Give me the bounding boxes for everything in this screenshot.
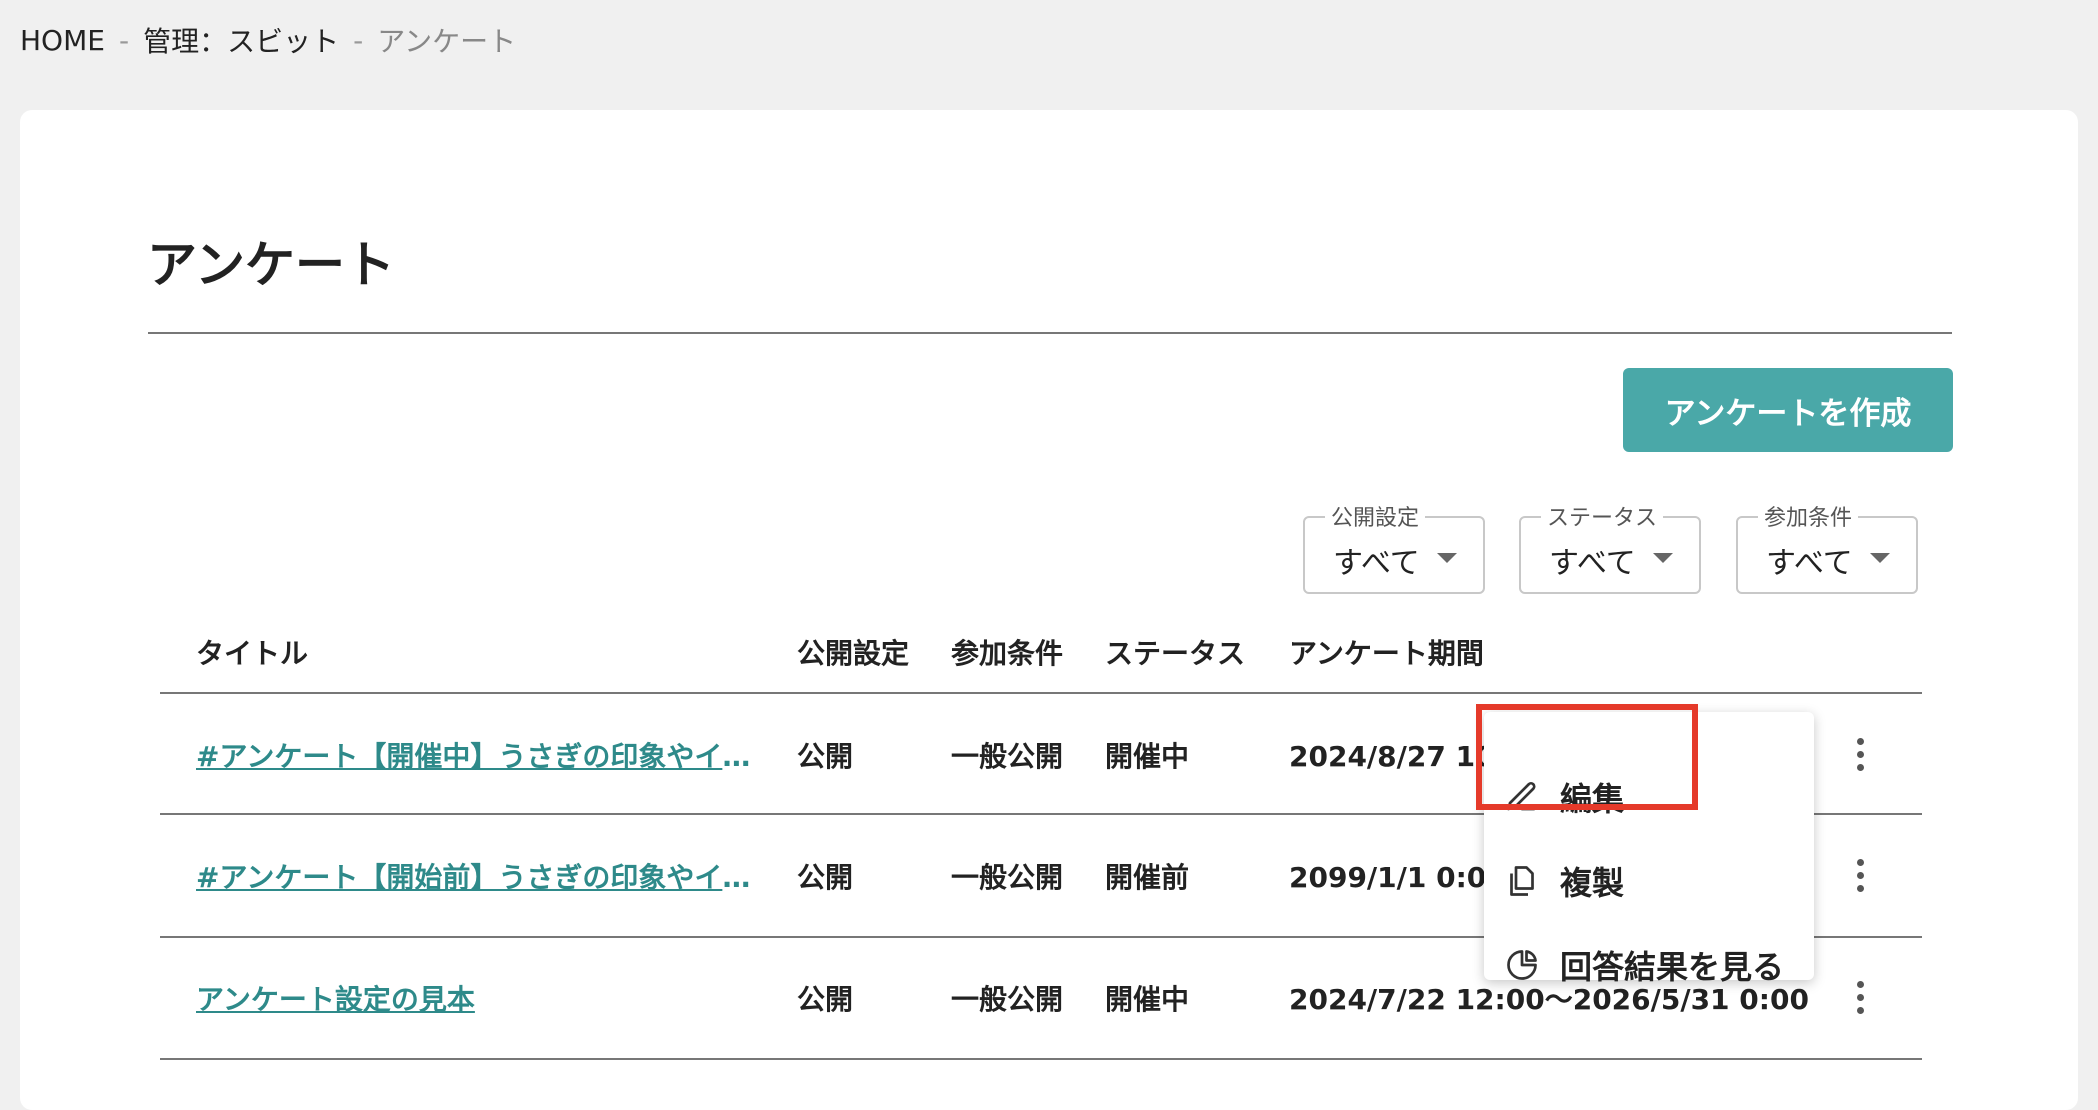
caret-down-icon [1653, 553, 1673, 563]
more-options-icon[interactable] [1840, 724, 1880, 784]
header-title: タイトル [196, 637, 309, 670]
visibility-cell: 公開 [797, 861, 854, 894]
filter-status[interactable]: ステータス すべて [1519, 500, 1701, 594]
survey-title-link[interactable]: #アンケート【開始前】うさぎの印象やイメージ [196, 856, 766, 896]
create-survey-button[interactable]: アンケートを作成 [1623, 368, 1953, 452]
survey-title-link[interactable]: #アンケート【開催中】うさぎの印象やイメージ [196, 735, 766, 775]
breadcrumb-separator: - [118, 23, 130, 57]
copy-icon [1510, 866, 1534, 896]
condition-cell: 一般公開 [951, 861, 1064, 894]
title-divider [148, 332, 1952, 334]
condition-cell: 一般公開 [951, 983, 1064, 1016]
breadcrumb-admin[interactable]: 管理：スビット [143, 20, 339, 60]
status-cell: 開催中 [1105, 740, 1190, 773]
page-title: アンケート [147, 236, 395, 294]
visibility-cell: 公開 [797, 740, 854, 773]
visibility-cell: 公開 [797, 983, 854, 1016]
breadcrumb-home[interactable]: HOME [20, 24, 105, 57]
status-cell: 開催中 [1105, 983, 1190, 1016]
caret-down-icon [1437, 553, 1457, 563]
pie-chart-icon [1507, 950, 1537, 980]
filter-label: 参加条件 [1758, 500, 1859, 532]
breadcrumb: HOME - 管理：スビット - アンケート [20, 20, 516, 60]
header-period: アンケート期間 [1289, 637, 1484, 670]
filter-value: すべて [1333, 546, 1420, 581]
header-visibility: 公開設定 [797, 637, 910, 670]
status-cell: 開催前 [1105, 861, 1190, 894]
highlight-box [1476, 704, 1698, 810]
header-status: ステータス [1105, 637, 1246, 670]
filter-value: すべて [1766, 546, 1853, 581]
filter-label: ステータス [1541, 500, 1664, 532]
caret-down-icon [1870, 553, 1890, 563]
more-options-icon[interactable] [1840, 967, 1880, 1027]
breadcrumb-separator: - [353, 23, 364, 57]
filter-label: 公開設定 [1325, 500, 1426, 532]
menu-item-duplicate[interactable]: 複製 [1484, 846, 1814, 916]
header-condition: 参加条件 [951, 637, 1064, 670]
survey-title-link[interactable]: アンケート設定の見本 [196, 978, 766, 1018]
more-options-icon[interactable] [1840, 845, 1880, 905]
menu-item-view-results[interactable]: 回答結果を見る [1484, 930, 1814, 1000]
menu-item-label: 回答結果を見る [1560, 948, 1785, 986]
menu-item-label: 複製 [1560, 864, 1625, 902]
table-divider [160, 1058, 1922, 1060]
filter-condition[interactable]: 参加条件 すべて [1736, 500, 1918, 594]
filter-visibility[interactable]: 公開設定 すべて [1303, 500, 1485, 594]
breadcrumb-current: アンケート [377, 25, 517, 58]
filter-value: すべて [1549, 546, 1636, 581]
table-divider [160, 692, 1922, 694]
condition-cell: 一般公開 [951, 740, 1064, 773]
